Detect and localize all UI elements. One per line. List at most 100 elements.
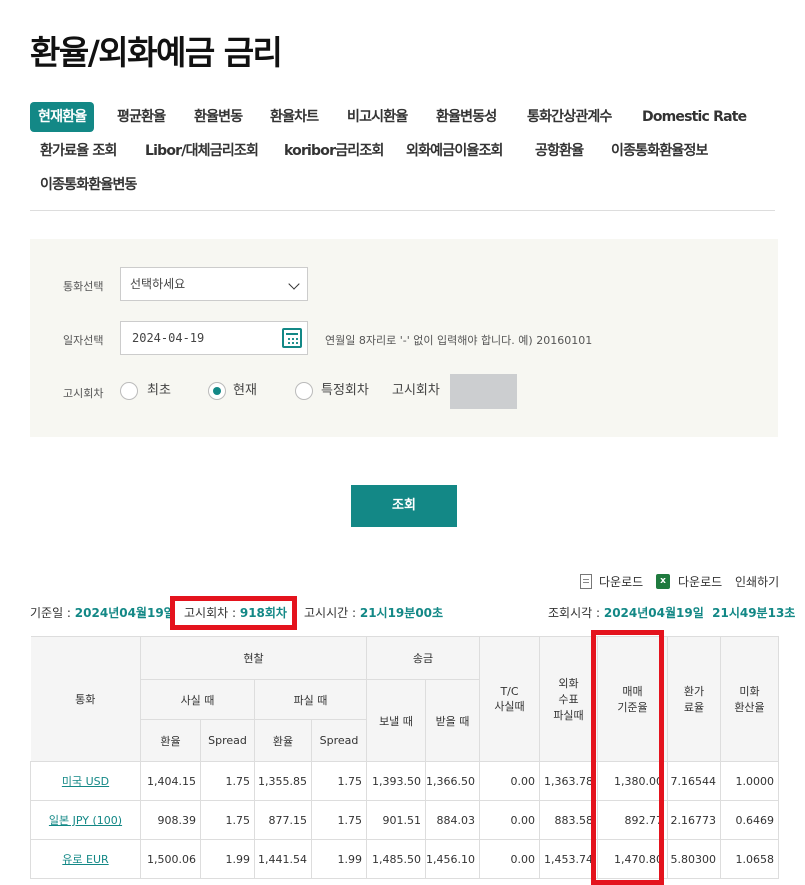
tab-cross-rate-info[interactable]: 이종통화환율정보 [611,136,708,166]
exchange-rate-table: 통화 현찰 송금 T/C 사실때 외화 수표 파실때 매매 기준율 환가 료율 미화 환산율… [30,636,779,879]
cell-cash-sell-spread: 1.75 [311,800,367,840]
cell-check: 883.58 [539,800,598,840]
cell-cash-sell: 877.15 [254,800,312,840]
cell-cash-sell-spread: 1.75 [311,761,367,801]
date-hint: 연월일 8자리로 '-' 없이 입력해야 합니다. 예) 20160101 [325,334,593,347]
tab-deposit-rate[interactable]: 외화예금이율조회 [406,136,503,166]
cell-usd-rate: 1.0000 [720,761,779,801]
header-cash: 현찰 [140,636,367,680]
print-button[interactable]: 인쇄하기 [735,574,779,590]
header-cash-buy: 사실 때 [140,679,255,720]
tab-exchange-fee[interactable]: 환가료율 조회 [40,136,117,166]
header-send: 보낼 때 [366,679,426,762]
currency-link[interactable]: 유로 EUR [30,839,141,879]
cell-usd-rate: 1.0658 [720,839,779,879]
header-buy-rate: 환율 [140,719,201,762]
cell-tc: 0.00 [479,839,540,879]
notice-time-label: 고시시간 : [304,606,360,620]
download-button-1[interactable]: 다운로드 [599,574,643,590]
cell-cash-sell: 1,355.85 [254,761,312,801]
cell-usd-rate: 0.6469 [720,800,779,840]
radio-current-label: 현재 [233,383,257,398]
notice-time-value: 21시19분00초 [359,606,444,620]
cell-receive: 1,456.10 [425,839,480,879]
tab-rate-change[interactable]: 환율변동 [194,102,243,132]
tab-correlation[interactable]: 통화간상관계수 [527,102,612,132]
document-icon[interactable] [580,574,592,589]
chevron-down-icon [288,278,300,290]
cell-fee-rate: 5.80300 [667,839,721,879]
search-button[interactable]: 조회 [351,485,457,527]
query-time-label: 조회시각 : [548,606,604,620]
base-date: 기준일 : 2024년04월19일 [30,604,175,621]
download-button-2[interactable]: 다운로드 [678,574,722,590]
cell-tc: 0.00 [479,761,540,801]
date-input[interactable]: 2024-04-19 [120,321,308,355]
tab-volatility[interactable]: 환율변동성 [436,102,497,132]
cell-cash-sell-spread: 1.99 [311,839,367,879]
cell-cash-buy-spread: 1.75 [200,800,255,840]
cell-tc: 0.00 [479,800,540,840]
tab-airport-rate[interactable]: 공항환율 [535,136,584,166]
header-receive: 받을 때 [425,679,480,762]
currency-label: 통화선택 [63,280,104,293]
cell-send: 1,393.50 [366,761,426,801]
tab-current-rate[interactable]: 현재환율 [30,102,95,132]
cell-receive: 1,366.50 [425,761,480,801]
calendar-icon[interactable] [282,328,302,348]
cell-send: 1,485.50 [366,839,426,879]
cell-receive: 884.03 [425,800,480,840]
highlight-round-box [170,596,297,630]
header-check: 외화 수표 파실때 [539,636,598,762]
cell-send: 901.51 [366,800,426,840]
header-buy-spread: Spread [200,719,255,762]
query-time: 조회시각 : 2024년04월19일 21시49분13초 [548,604,795,621]
tab-libor[interactable]: Libor/대체금리조회 [145,136,259,166]
header-remit: 송금 [366,636,480,680]
radio-specific-label: 특정회차 [321,383,369,398]
cell-fee-rate: 7.16544 [667,761,721,801]
excel-icon[interactable]: x [656,574,670,589]
header-tc: T/C 사실때 [479,636,540,762]
date-label: 일자선택 [63,334,104,347]
cell-fee-rate: 2.16773 [667,800,721,840]
header-sell-spread: Spread [311,719,367,762]
radio-first[interactable] [120,382,138,400]
cell-cash-sell: 1,441.54 [254,839,312,879]
radio-specific[interactable] [295,382,313,400]
tabs-divider [30,210,775,211]
notice-round-label: 고시회차 [63,387,104,400]
base-date-label: 기준일 : [30,606,75,620]
header-currency: 통화 [30,636,141,762]
currency-link[interactable]: 미국 USD [30,761,141,801]
date-input-value: 2024-04-19 [132,331,205,345]
cell-cash-buy: 1,404.15 [140,761,201,801]
notice-round-input[interactable] [450,374,517,409]
radio-first-label: 최초 [147,383,171,398]
header-fee-rate: 환가 료율 [667,636,721,762]
notice-round-input-label: 고시회차 [392,383,440,398]
tab-rate-chart[interactable]: 환율차트 [270,102,319,132]
base-date-value: 2024년04월19일 [74,606,175,620]
radio-current[interactable] [208,382,226,400]
cell-cash-buy-spread: 1.75 [200,761,255,801]
table-row: 유로 EUR 1,500.06 1.99 1,441.54 1.99 1,485… [30,839,779,879]
currency-select[interactable]: 선택하세요 [120,267,308,301]
tab-koribor[interactable]: koribor금리조회 [284,136,384,166]
tab-non-notice-rate[interactable]: 비고시환율 [347,102,408,132]
table-row: 미국 USD 1,404.15 1.75 1,355.85 1.75 1,393… [30,761,779,801]
header-cash-sell: 파실 때 [254,679,367,720]
cell-cash-buy: 1,500.06 [140,839,201,879]
cell-cash-buy-spread: 1.99 [200,839,255,879]
notice-time: 고시시간 : 21시19분00초 [304,604,443,621]
cell-cash-buy: 908.39 [140,800,201,840]
header-sell-rate: 환율 [254,719,312,762]
tab-average-rate[interactable]: 평균환율 [117,102,166,132]
currency-link[interactable]: 일본 JPY (100) [30,800,141,840]
highlight-base-rate-column [591,630,664,885]
search-form: 통화선택 선택하세요 일자선택 2024-04-19 연월일 8자리로 '-' … [30,239,778,437]
currency-select-value: 선택하세요 [130,277,186,291]
tab-domestic-rate[interactable]: Domestic Rate [642,102,747,132]
header-usd-rate: 미화 환산율 [720,636,779,762]
tab-cross-rate-change[interactable]: 이종통화환율변동 [40,170,137,200]
